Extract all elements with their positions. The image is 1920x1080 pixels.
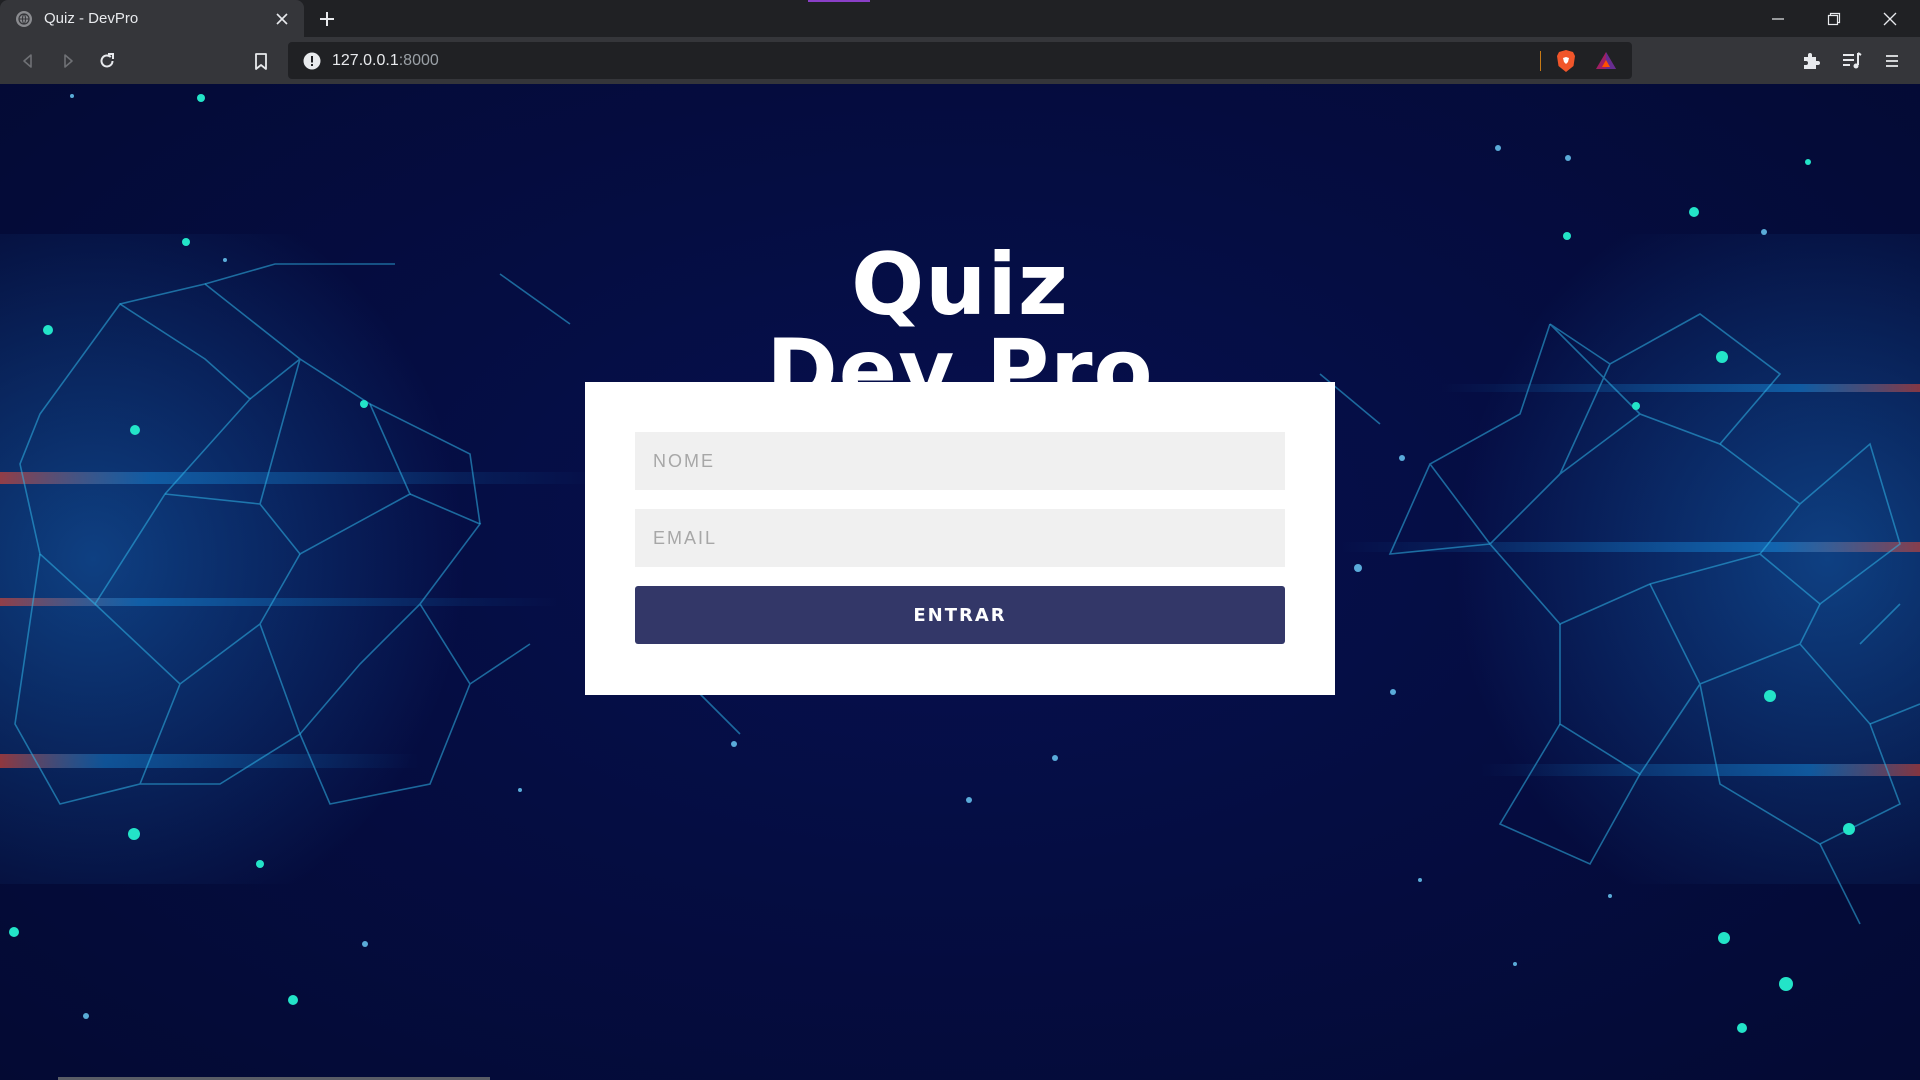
window-close-button[interactable] bbox=[1862, 0, 1918, 37]
tab-strip: Quiz - DevPro bbox=[0, 0, 1920, 37]
page-title-line-1: Quiz bbox=[851, 234, 1069, 335]
brave-rewards-icon[interactable] bbox=[1594, 49, 1618, 73]
url-port: :8000 bbox=[398, 51, 439, 69]
address-bar[interactable]: 127.0.0.1:8000 bbox=[288, 42, 1632, 79]
tab-close-icon[interactable] bbox=[272, 9, 292, 29]
plus-icon bbox=[320, 12, 334, 26]
new-tab-button[interactable] bbox=[312, 6, 342, 32]
playlist-button[interactable] bbox=[1837, 46, 1867, 76]
tab-strip-accent bbox=[808, 0, 870, 2]
brave-shields-icon[interactable] bbox=[1554, 49, 1578, 73]
browser-toolbar: 127.0.0.1:8000 bbox=[0, 37, 1920, 84]
tab-title: Quiz - DevPro bbox=[44, 10, 139, 27]
menu-button[interactable] bbox=[1877, 46, 1907, 76]
url-host: 127.0.0.1 bbox=[332, 51, 399, 69]
playlist-icon bbox=[1843, 52, 1862, 69]
hamburger-menu-icon bbox=[1886, 55, 1898, 67]
globe-icon bbox=[16, 10, 32, 27]
close-icon bbox=[1883, 12, 1897, 25]
omnibox-divider bbox=[1540, 51, 1541, 71]
email-input[interactable] bbox=[635, 509, 1285, 567]
forward-arrow-icon bbox=[64, 54, 73, 68]
restore-button[interactable] bbox=[1806, 0, 1862, 37]
bookmark-icon bbox=[255, 52, 267, 70]
login-card: ENTRAR bbox=[585, 382, 1335, 695]
minimize-icon bbox=[1772, 17, 1784, 20]
minimize-button[interactable] bbox=[1750, 0, 1806, 37]
restore-icon bbox=[1827, 12, 1841, 25]
reload-button[interactable] bbox=[92, 46, 122, 76]
back-arrow-icon bbox=[23, 54, 32, 68]
bookmark-button[interactable] bbox=[246, 46, 276, 76]
back-button[interactable] bbox=[13, 46, 43, 76]
enter-button[interactable]: ENTRAR bbox=[635, 586, 1285, 644]
url-text: 127.0.0.1:8000 bbox=[332, 52, 439, 70]
browser-tab[interactable]: Quiz - DevPro bbox=[0, 0, 304, 37]
info-warning-icon[interactable] bbox=[302, 51, 322, 71]
reload-icon bbox=[100, 53, 114, 68]
extensions-button[interactable] bbox=[1796, 46, 1826, 76]
forward-button[interactable] bbox=[53, 46, 83, 76]
puzzle-icon bbox=[1804, 53, 1820, 69]
name-input[interactable] bbox=[635, 432, 1285, 490]
page-viewport: Quiz Dev Pro ENTRAR bbox=[0, 84, 1920, 1080]
